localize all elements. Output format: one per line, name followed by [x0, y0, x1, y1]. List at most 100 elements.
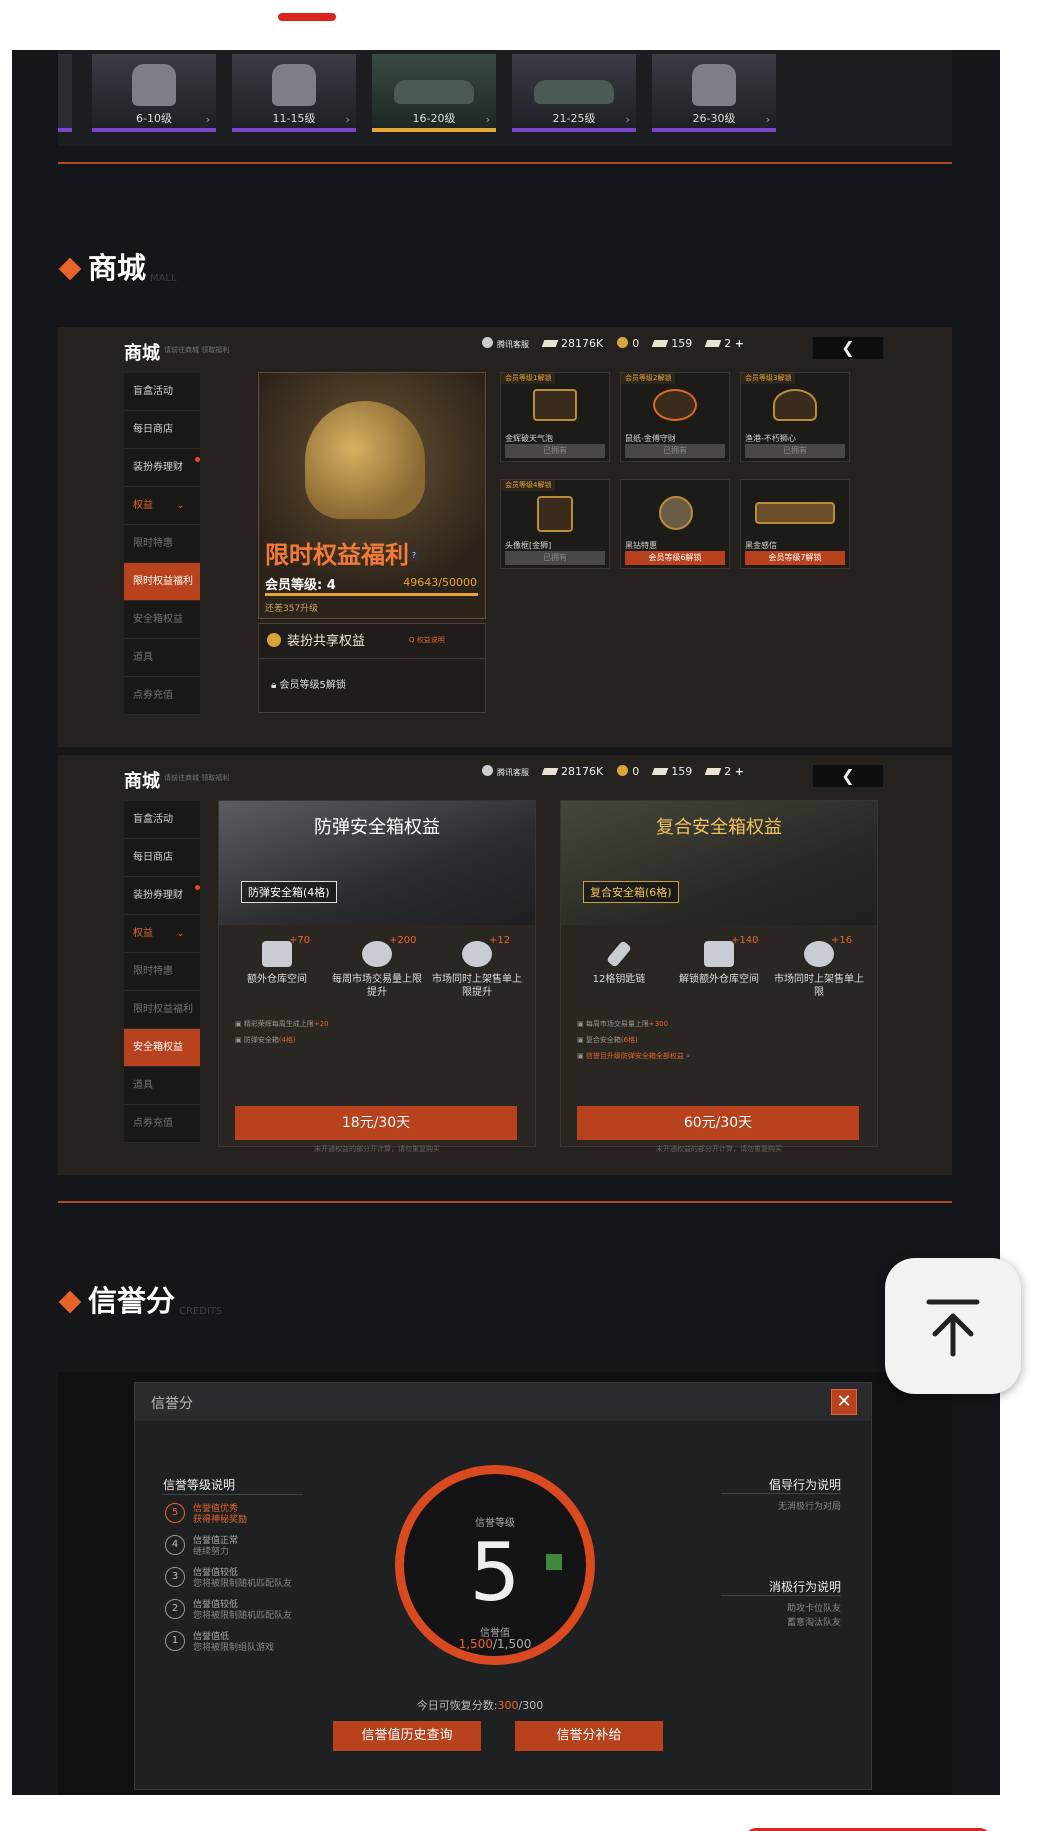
benefit-item: +12 市场同时上架售单上限提升 — [432, 935, 522, 998]
notification-dot — [195, 885, 200, 890]
perk-card[interactable]: 黑金感信 会员等级7解锁 — [740, 479, 850, 569]
credit-supplement-button[interactable]: 信誉分补给 — [515, 1721, 663, 1751]
perk-unlock-status: 会员等级7解锁 — [745, 551, 845, 565]
voucher-icon — [704, 768, 722, 775]
shop-safebox-screenshot: 商城 请前往商城 领取福利 腾讯客服 28176K 0 159 2 + ❮ 盲盒… — [58, 755, 952, 1175]
level-label: 21-25级 — [552, 112, 596, 125]
nav-item-skin-finance[interactable]: 装扮券理财 — [124, 877, 200, 915]
level-row-1: 1 信誉值低 您将被限制组队游戏 — [165, 1629, 335, 1655]
nav-item-props[interactable]: 道具 — [124, 1067, 200, 1105]
vest-icon — [272, 64, 316, 106]
nav-item-perks[interactable]: 权益 ⌄ — [124, 487, 200, 525]
level-reward-strip: 6-10级 › 11-15级 › 16-20级 › 21-25级 › 26-30级 › — [58, 50, 952, 146]
nav-item-limited-perks[interactable]: 限时权益福利 — [124, 563, 200, 601]
customer-service[interactable]: 腾讯客服 — [482, 337, 529, 350]
shop-sidenav: 盲盒活动 每日商店 装扮券理财 权益 ⌄ 限时特惠 限时权益福利 安全箱权益 道… — [124, 801, 200, 1143]
section-divider — [58, 1201, 952, 1203]
coins-stack-icon — [462, 941, 492, 967]
perk-tag: 会员等级4解锁 — [501, 480, 556, 491]
benefit-item: +200 每周市场交易量上限提升 — [332, 935, 422, 998]
divider — [721, 1493, 841, 1494]
level-thumb-1[interactable]: 6-10级 › — [92, 54, 216, 132]
back-to-top-button[interactable] — [885, 1258, 1021, 1394]
nav-item-daily-shop[interactable]: 每日商店 — [124, 839, 200, 877]
nav-item-recharge[interactable]: 点券充值 — [124, 1105, 200, 1143]
back-button[interactable]: ❮ — [813, 337, 883, 359]
currency-voucher: 2 + — [704, 337, 744, 350]
avatar-frame-icon — [537, 496, 573, 532]
purchase-footnote: 未开通权益的部分开计算，请勿重复购买 — [656, 1145, 782, 1153]
chevron-right-icon: › — [205, 113, 210, 126]
bubble-frame-icon — [533, 389, 577, 421]
back-button[interactable]: ❮ — [813, 765, 883, 787]
perk-card[interactable]: 会员等级3解锁 渔港-不朽狮心 已拥有 — [740, 372, 850, 462]
plus-icon[interactable]: + — [735, 337, 744, 350]
level-thumb-4[interactable]: 21-25级 › — [512, 54, 636, 132]
nav-item-recharge[interactable]: 点券充值 — [124, 677, 200, 715]
voucher-icon — [704, 340, 722, 347]
member-progress-bar — [265, 593, 479, 596]
perk-card[interactable]: 会员等级4解锁 头像框[金狮] 已拥有 — [500, 479, 610, 569]
perk-card[interactable]: 会员等级1解锁 金辉破天气泡 已拥有 — [500, 372, 610, 462]
plus-icon[interactable]: + — [735, 765, 744, 778]
nav-item-skin-finance[interactable]: 装扮券理财 — [124, 449, 200, 487]
notification-dot — [195, 457, 200, 462]
box-note: ▣ 精彩荣辉每周生成上限+20 — [235, 1020, 329, 1028]
nav-item-blindbox[interactable]: 盲盒活动 — [124, 801, 200, 839]
close-button[interactable]: ✕ — [831, 1389, 857, 1415]
credit-grade: 5 — [469, 1526, 521, 1619]
coins-up-icon — [362, 941, 392, 967]
level-thumb-3[interactable]: 16-20级 › — [372, 54, 496, 132]
upgrade-hint: 还差357升级 — [265, 604, 319, 614]
perk-card[interactable]: 会员等级2解锁 鼠纸-金傅守财 已拥有 — [620, 372, 730, 462]
medal-icon — [267, 633, 281, 647]
level-row-5: 5 信誉值优秀 获得神秘奖励 — [165, 1501, 335, 1527]
search-icon[interactable]: ⌕ — [686, 1052, 690, 1060]
help-icon[interactable]: ? — [409, 551, 419, 561]
box-note: ▣ 信誉且升级防弹安全箱全部权益 ⌕ — [577, 1052, 690, 1060]
buy-bulletproof-button[interactable]: 18元/30天 — [235, 1106, 517, 1140]
currency-coin: 0 — [617, 337, 639, 350]
buy-composite-button[interactable]: 60元/30天 — [577, 1106, 859, 1140]
perks-info-link[interactable]: Q 权益说明 — [409, 635, 445, 645]
banner-title: 限时权益福利 — [265, 540, 409, 569]
shop-sidenav: 盲盒活动 每日商店 装扮券理财 权益 ⌄ 限时特惠 限时权益福利 安全箱权益 道… — [124, 373, 200, 715]
currency-bullets: 28176K — [541, 765, 603, 778]
nav-item-daily-shop[interactable]: 每日商店 — [124, 411, 200, 449]
key-icon — [606, 940, 632, 968]
section-title: 商城 — [88, 251, 147, 285]
composite-safebox-card: 复合安全箱权益 复合安全箱(6格) 12格钥匙链 +140 解锁额外仓库空间 +1… — [560, 800, 878, 1153]
nav-item-limited-deals[interactable]: 限时特惠 — [124, 953, 200, 991]
nav-item-safebox-perks[interactable]: 安全箱权益 — [124, 601, 200, 639]
lion-emblem-icon — [653, 389, 697, 421]
perk-name: 黑钻特惠 — [625, 541, 657, 550]
currency-ticket: 159 — [651, 337, 692, 350]
dialog-title: 信誉分 — [151, 1396, 193, 1412]
storage-icon — [262, 941, 292, 967]
nav-item-safebox-perks[interactable]: 安全箱权益 — [124, 1029, 200, 1067]
perk-card[interactable]: 黑钻特惠 会员等级6解锁 — [620, 479, 730, 569]
nav-item-limited-deals[interactable]: 限时特惠 — [124, 525, 200, 563]
nav-item-blindbox[interactable]: 盲盒活动 — [124, 373, 200, 411]
level-thumb-5[interactable]: 26-30级 › — [652, 54, 776, 132]
credit-history-button[interactable]: 信誉值历史查询 — [333, 1721, 481, 1751]
perk-status: 已拥有 — [505, 444, 605, 458]
skin-share-perks: 装扮共享权益 Q 权益说明 🔒︎ 会员等级5解锁 — [258, 623, 486, 713]
nav-item-limited-perks[interactable]: 限时权益福利 — [124, 991, 200, 1029]
member-level: 会员等级: 4 — [265, 578, 336, 593]
customer-service[interactable]: 腾讯客服 — [482, 765, 529, 778]
negative-sub: 助攻卡位队友 — [786, 1604, 841, 1614]
lion-statue-image — [305, 401, 425, 519]
nav-item-perks[interactable]: 权益 ⌄ — [124, 915, 200, 953]
today-recoverable: 今日可恢复分数:300/300 — [416, 1699, 544, 1712]
chevron-right-icon: › — [625, 113, 630, 126]
chevron-right-icon: › — [485, 113, 490, 126]
nav-item-props[interactable]: 道具 — [124, 639, 200, 677]
level-thumb-2[interactable]: 11-15级 › — [232, 54, 356, 132]
section-heading-credit: 信誉分 CREDITS — [58, 1278, 222, 1320]
storage-icon — [704, 941, 734, 967]
level-row-3: 3 信誉值较低 您将被限制随机匹配队友 — [165, 1565, 335, 1591]
level-label: 16-20级 — [412, 112, 456, 125]
perk-name: 黑金感信 — [745, 541, 777, 550]
negative-title: 消极行为说明 — [768, 1580, 841, 1594]
